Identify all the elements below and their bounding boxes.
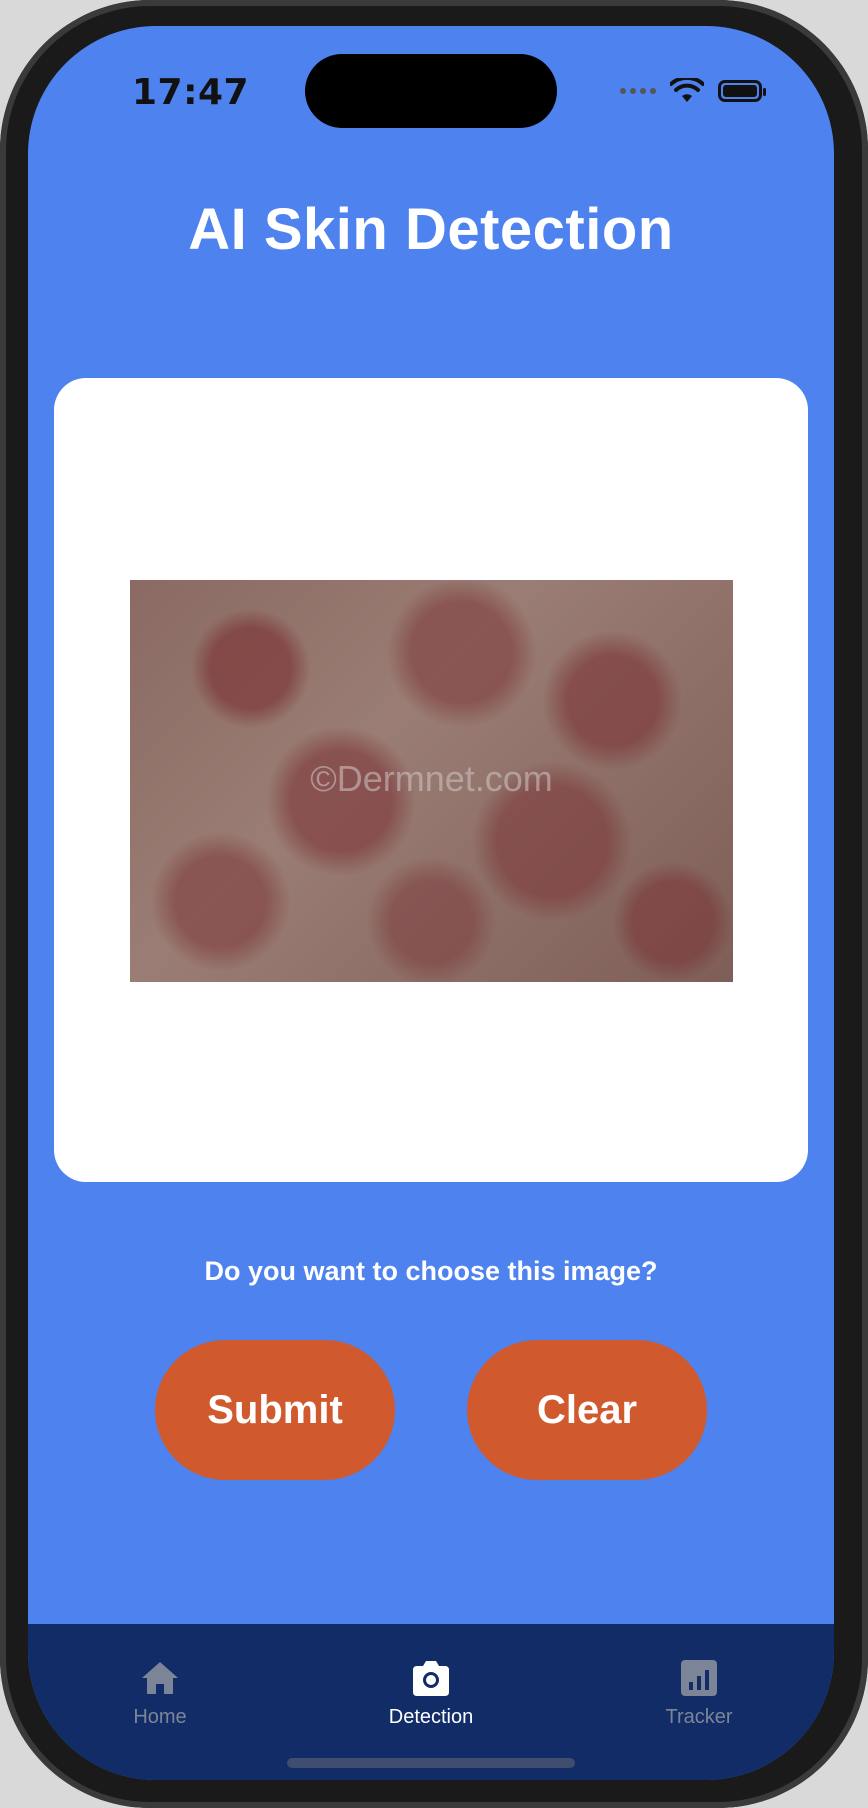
battery-icon	[718, 80, 766, 102]
confirm-question: Do you want to choose this image?	[204, 1256, 658, 1286]
bottom-tab-bar: Home Detection Tracker	[28, 1624, 834, 1780]
home-indicator[interactable]	[287, 1758, 575, 1768]
tab-home-label: Home	[133, 1706, 187, 1728]
image-preview-card: ©Dermnet.com	[54, 378, 808, 1182]
status-time: 17:47	[132, 72, 250, 113]
home-icon	[142, 1662, 178, 1694]
submit-button[interactable]: Submit	[155, 1340, 395, 1480]
tab-detection-label: Detection	[388, 1706, 474, 1728]
page-title: AI Skin Detection	[188, 197, 674, 262]
chart-icon	[681, 1660, 717, 1696]
dynamic-island	[305, 54, 557, 128]
image-watermark: ©Dermnet.com	[310, 758, 553, 799]
tab-home[interactable]: Home	[80, 1658, 240, 1729]
tab-tracker-label: Tracker	[665, 1706, 733, 1728]
app-screen: 17:47 AI Skin Detection ©Dermnet.com Do …	[28, 26, 834, 1780]
status-icons	[620, 78, 766, 104]
cellular-signal-icon	[620, 88, 656, 94]
wifi-icon	[670, 78, 704, 102]
tab-tracker[interactable]: Tracker	[619, 1658, 779, 1729]
skin-photo: ©Dermnet.com	[130, 580, 733, 982]
clear-button[interactable]: Clear	[467, 1340, 707, 1480]
tab-detection[interactable]: Detection	[351, 1658, 511, 1729]
camera-icon	[413, 1661, 449, 1696]
